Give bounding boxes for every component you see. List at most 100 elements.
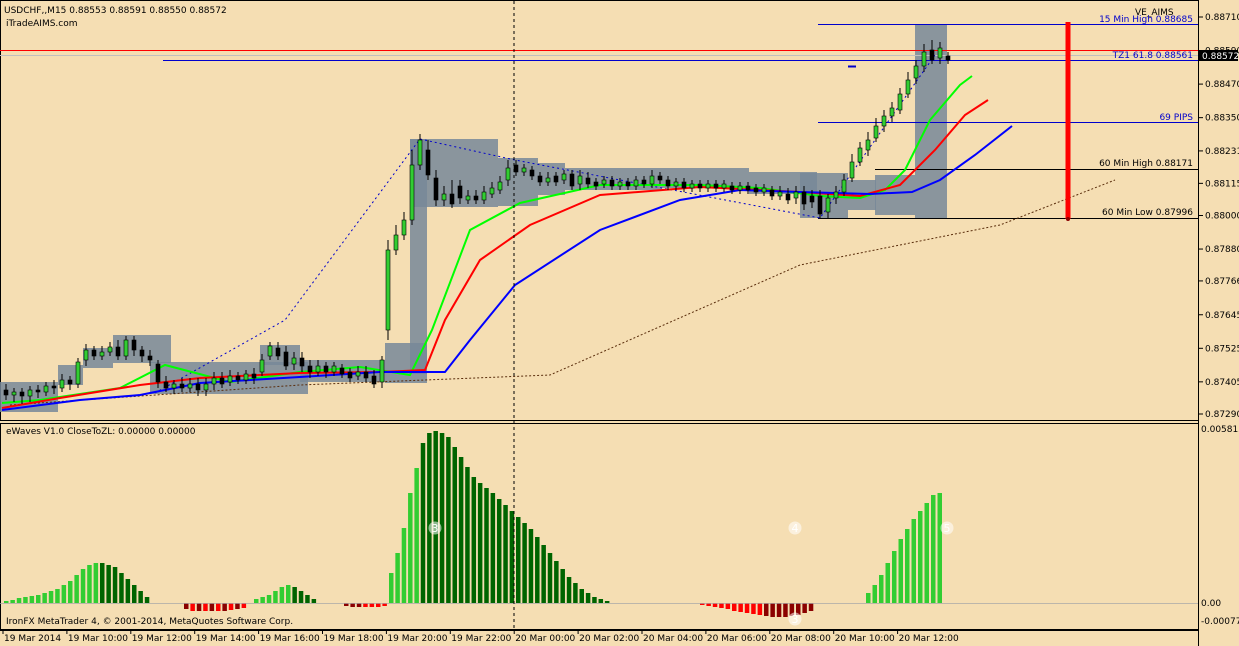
chart-window[interactable]: USDCHF,,M15 0.88553 0.88591 0.88550 0.88… xyxy=(0,0,1239,646)
level-label-tz1: TZ1 61.8 0.88561 xyxy=(1112,51,1193,61)
candle-body xyxy=(865,139,871,151)
candle-body xyxy=(91,349,97,357)
chart-canvas[interactable]: USDCHF,,M15 0.88553 0.88591 0.88550 0.88… xyxy=(0,0,1239,646)
oscillator-bar xyxy=(738,603,743,612)
candle-body xyxy=(697,183,703,189)
price-pane-frame xyxy=(0,0,1199,421)
oscillator-bar xyxy=(751,603,756,614)
level-label-pips: 69 PIPS xyxy=(1159,113,1193,123)
price-tick-label: 0.87880 xyxy=(1205,245,1239,255)
oscillator-bar xyxy=(783,603,788,617)
current-price-label: 0.88572 xyxy=(1202,52,1239,62)
oscillator-bar xyxy=(74,575,79,603)
candle-body xyxy=(745,185,751,191)
oscillator-bar xyxy=(119,573,124,603)
price-tick-label: 0.87645 xyxy=(1205,311,1239,321)
oscillator-bar xyxy=(273,591,278,603)
candle-body xyxy=(107,346,113,353)
time-axis: 19 Mar 2014 19 Mar 10:00 19 Mar 12:00 19 Ma… xyxy=(0,630,1198,644)
candle-body xyxy=(921,51,927,67)
oscillator-bar xyxy=(112,567,118,603)
candle-body xyxy=(825,197,831,213)
candle-body xyxy=(729,185,735,191)
candle-body xyxy=(283,351,289,367)
time-tick-label: 19 Mar 10:00 xyxy=(68,634,128,644)
candle-body xyxy=(649,175,655,185)
candle-body xyxy=(11,391,17,396)
wave-label: 5 xyxy=(944,522,951,535)
oscillator-bar xyxy=(266,595,272,603)
oscillator-bar xyxy=(16,598,22,603)
candle-body xyxy=(601,179,607,185)
candle-body xyxy=(609,179,615,187)
oscillator-bar xyxy=(190,603,195,611)
oscillator-bar xyxy=(279,587,285,603)
candle-body xyxy=(425,149,431,176)
oscillator-bar xyxy=(100,563,105,603)
oscillator-bar xyxy=(541,545,546,603)
time-tick-label: 19 Mar 16:00 xyxy=(260,634,320,644)
candle-body xyxy=(849,161,855,179)
oscillator-bar xyxy=(203,603,208,611)
oscillator-bar xyxy=(937,493,942,603)
oscillator-bar xyxy=(29,596,35,603)
oscillator-bar xyxy=(87,565,92,603)
price-tick-label: 0.88115 xyxy=(1205,179,1239,189)
oscillator-bar xyxy=(36,595,41,603)
chart-title: USDCHF,,M15 0.88553 0.88591 0.88550 0.88… xyxy=(4,6,227,16)
candle-body xyxy=(617,181,623,187)
candle-body xyxy=(323,365,329,373)
candle-body xyxy=(561,173,567,181)
candle-body xyxy=(147,355,153,361)
oscillator-bar xyxy=(573,583,578,603)
oscillator-bar xyxy=(477,483,483,603)
oscillator-tick-label: -0.000774 xyxy=(1201,617,1239,627)
candle-body xyxy=(99,351,105,357)
price-tick-label: 0.87525 xyxy=(1205,344,1239,354)
oscillator-bar xyxy=(196,603,202,611)
price-tick-label: 0.88470 xyxy=(1205,80,1239,90)
candle-body xyxy=(409,164,415,221)
candle-body xyxy=(473,195,479,201)
candle-body xyxy=(139,349,145,357)
time-tick-label: 20 Mar 00:00 xyxy=(515,634,575,644)
oscillator-bar xyxy=(872,585,877,603)
oscillator-bar xyxy=(433,431,438,603)
candle-body xyxy=(721,183,727,189)
candle-body xyxy=(227,375,233,383)
level-label-60min-high: 60 Min High 0.88171 xyxy=(1099,159,1193,169)
oscillator-bar xyxy=(446,437,451,603)
candle-body xyxy=(131,339,137,351)
time-tick-label: 20 Mar 02:00 xyxy=(579,634,639,644)
candle-body xyxy=(35,389,41,393)
candle-body xyxy=(27,389,33,397)
candle-body xyxy=(203,383,209,391)
oscillator-bar xyxy=(585,593,591,603)
candle-body xyxy=(83,349,89,361)
oscillator-bar xyxy=(503,505,508,603)
oscillator-bar xyxy=(68,581,73,603)
candle-body xyxy=(457,185,463,199)
oscillator-tick-label: 0.005815 xyxy=(1201,425,1239,435)
oscillator-bar xyxy=(61,585,67,603)
candle-body xyxy=(937,47,943,59)
candle-body xyxy=(505,167,511,181)
oscillator-bar xyxy=(579,589,584,603)
oscillator-pane-frame xyxy=(0,423,1199,630)
candle-body xyxy=(211,377,217,385)
candle-body xyxy=(585,177,591,185)
candle-body xyxy=(235,375,241,381)
candle-body xyxy=(881,115,887,127)
candle-body xyxy=(785,193,791,201)
oscillator-bar xyxy=(732,603,737,611)
oscillator-bar xyxy=(439,433,445,603)
candle-body xyxy=(689,183,695,189)
candle-body xyxy=(657,175,663,181)
oscillator-bar xyxy=(490,493,496,603)
time-tick-label: 20 Mar 12:00 xyxy=(899,634,959,644)
oscillator-bar xyxy=(744,603,750,613)
oscillator-bar xyxy=(898,539,903,603)
oscillator-bar xyxy=(535,537,540,603)
level-label-15min-high: 15 Min High 0.88685 xyxy=(1099,15,1193,25)
candle-body xyxy=(465,195,471,201)
